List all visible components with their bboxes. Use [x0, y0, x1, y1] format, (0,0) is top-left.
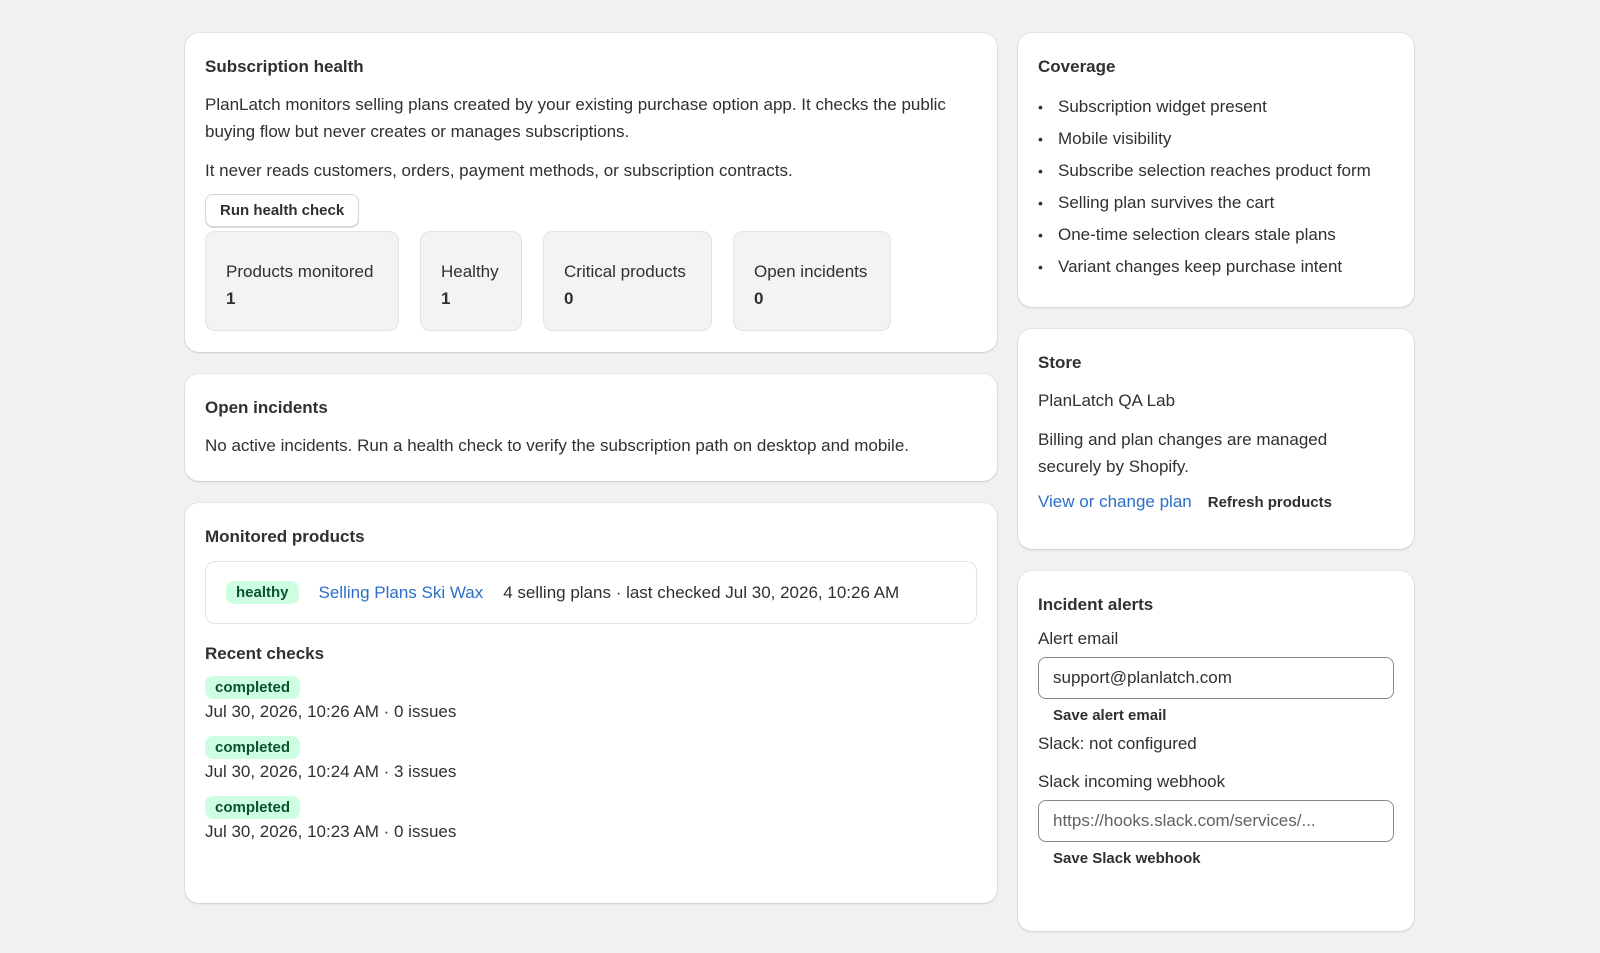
product-link[interactable]: Selling Plans Ski Wax: [319, 583, 484, 603]
subscription-health-card: Subscription health PlanLatch monitors s…: [185, 33, 997, 352]
run-health-check-button[interactable]: Run health check: [205, 194, 360, 227]
stat-critical-products: Critical products 0: [543, 231, 712, 331]
open-incidents-card: Open incidents No active incidents. Run …: [185, 374, 997, 481]
status-badge: completed: [205, 796, 301, 819]
check-item: completed Jul 30, 2026, 10:26 AM · 0 iss…: [205, 676, 977, 722]
stat-products-monitored: Products monitored 1: [205, 231, 399, 331]
coverage-item: • Subscribe selection reaches product for…: [1038, 155, 1394, 187]
subscription-health-description: PlanLatch monitors selling plans created…: [205, 95, 946, 141]
product-meta: 4 selling plans · last checked Jul 30, 2…: [503, 582, 900, 602]
monitored-products-title: Monitored products: [205, 527, 365, 546]
open-incidents-title: Open incidents: [205, 398, 328, 417]
coverage-item-label: Subscribe selection reaches product form: [1058, 161, 1371, 180]
status-badge: completed: [205, 676, 301, 699]
coverage-item: • Variant changes keep purchase intent: [1038, 251, 1394, 283]
incident-alerts-card: Incident alerts Alert email Save alert e…: [1018, 571, 1414, 931]
coverage-item-label: Subscription widget present: [1058, 97, 1267, 116]
bullet-icon: •: [1038, 259, 1043, 275]
bullet-icon: •: [1038, 195, 1043, 211]
monitored-products-card: Monitored products healthy Selling Plans…: [185, 503, 997, 903]
save-alert-email-button[interactable]: Save alert email: [1038, 699, 1181, 732]
coverage-title: Coverage: [1038, 57, 1116, 76]
main-column: Subscription health PlanLatch monitors s…: [185, 33, 997, 925]
side-column: Coverage • Subscription widget present • M…: [1018, 33, 1414, 953]
coverage-item: • Subscription widget present: [1038, 91, 1394, 123]
open-incidents-message: No active incidents. Run a health check …: [205, 436, 910, 455]
incident-alerts-title: Incident alerts: [1038, 595, 1154, 614]
slack-webhook-label: Slack incoming webhook: [1038, 772, 1226, 791]
stat-open-incidents: Open incidents 0: [733, 231, 891, 331]
store-actions: View or change plan Refresh products: [1038, 492, 1394, 512]
coverage-item: • Selling plan survives the cart: [1038, 187, 1394, 219]
stat-label: Critical products: [564, 262, 686, 281]
check-item: completed Jul 30, 2026, 10:23 AM · 0 iss…: [205, 796, 977, 842]
slack-status: Slack: not configured: [1038, 734, 1197, 753]
coverage-item-label: Variant changes keep purchase intent: [1058, 257, 1343, 276]
store-name: PlanLatch QA Lab: [1038, 391, 1176, 410]
check-meta: Jul 30, 2026, 10:24 AM · 3 issues: [205, 762, 457, 781]
save-slack-webhook-button[interactable]: Save Slack webhook: [1038, 842, 1216, 875]
alert-email-field[interactable]: [1038, 657, 1394, 699]
stat-label: Healthy: [441, 262, 499, 281]
coverage-list: • Subscription widget present • Mobile vis…: [1038, 91, 1394, 283]
refresh-products-button[interactable]: Refresh products: [1208, 494, 1332, 511]
coverage-item-label: Mobile visibility: [1058, 129, 1172, 148]
stat-label: Products monitored: [226, 262, 374, 281]
billing-note: Billing and plan changes are managed sec…: [1038, 430, 1328, 476]
status-badge: completed: [205, 736, 301, 759]
stat-value: 1: [441, 289, 451, 308]
bullet-icon: •: [1038, 99, 1043, 115]
coverage-item: • Mobile visibility: [1038, 123, 1394, 155]
stat-value: 0: [754, 289, 764, 308]
store-card: Store PlanLatch QA Lab Billing and plan …: [1018, 329, 1414, 549]
stat-value: 1: [226, 289, 236, 308]
stats-row: Products monitored 1 Healthy 1 Critical …: [205, 231, 977, 331]
check-item: completed Jul 30, 2026, 10:24 AM · 3 iss…: [205, 736, 977, 782]
product-row: healthy Selling Plans Ski Wax 4 selling …: [205, 561, 977, 624]
stat-label: Open incidents: [754, 262, 868, 281]
bullet-icon: •: [1038, 227, 1043, 243]
store-title: Store: [1038, 353, 1082, 372]
stat-value: 0: [564, 289, 574, 308]
coverage-card: Coverage • Subscription widget present • M…: [1018, 33, 1414, 307]
bullet-icon: •: [1038, 163, 1043, 179]
coverage-item-label: One-time selection clears stale plans: [1058, 225, 1336, 244]
check-meta: Jul 30, 2026, 10:26 AM · 0 issues: [205, 702, 457, 721]
bullet-icon: •: [1038, 131, 1043, 147]
slack-webhook-field[interactable]: [1038, 800, 1394, 842]
stat-healthy: Healthy 1: [420, 231, 522, 331]
coverage-item-label: Selling plan survives the cart: [1058, 193, 1275, 212]
coverage-item: • One-time selection clears stale plans: [1038, 219, 1394, 251]
subscription-health-title: Subscription health: [205, 57, 364, 76]
alert-email-label: Alert email: [1038, 629, 1119, 648]
subscription-health-privacy-note: It never reads customers, orders, paymen…: [205, 161, 793, 180]
status-badge: healthy: [226, 581, 299, 604]
view-change-plan-link[interactable]: View or change plan: [1038, 492, 1192, 512]
check-meta: Jul 30, 2026, 10:23 AM · 0 issues: [205, 822, 457, 841]
recent-checks-title: Recent checks: [205, 644, 325, 663]
